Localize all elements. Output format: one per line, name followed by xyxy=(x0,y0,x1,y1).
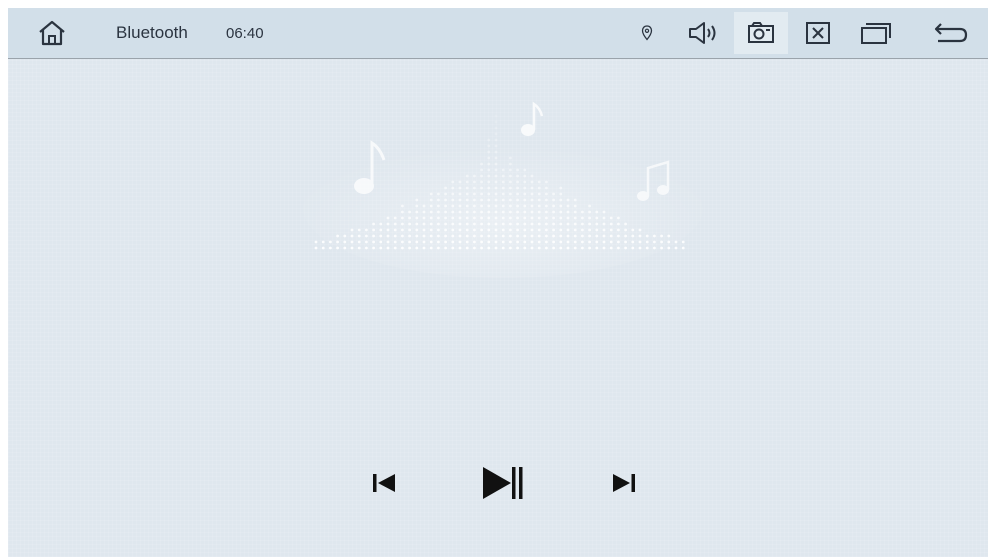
playback-controls xyxy=(8,453,988,513)
close-icon xyxy=(806,22,830,44)
app-title: Bluetooth xyxy=(116,23,188,42)
screenshot-icon xyxy=(748,22,774,43)
play-pause-icon xyxy=(483,467,523,499)
home-button[interactable] xyxy=(30,8,74,58)
home-icon xyxy=(39,20,65,46)
play-pause-button[interactable] xyxy=(474,453,534,513)
previous-icon xyxy=(373,474,395,492)
recent-apps-button[interactable] xyxy=(856,8,896,58)
next-icon xyxy=(613,474,635,492)
bluetooth-music-screen: Bluetooth 06:40 xyxy=(8,8,988,557)
back-icon xyxy=(934,23,968,43)
previous-track-button[interactable] xyxy=(364,453,404,513)
clock: 06:40 xyxy=(226,25,264,42)
volume-button[interactable] xyxy=(684,8,724,58)
volume-icon xyxy=(689,22,716,44)
music-visualizer-graphic xyxy=(303,101,703,278)
back-button[interactable] xyxy=(928,8,974,58)
screenshot-button[interactable] xyxy=(734,12,788,54)
music-note-icon xyxy=(521,101,544,136)
windows-icon xyxy=(861,23,891,44)
next-track-button[interactable] xyxy=(604,453,644,513)
location-icon xyxy=(636,8,658,58)
status-bar: Bluetooth 06:40 xyxy=(8,8,988,59)
close-app-button[interactable] xyxy=(798,8,838,58)
